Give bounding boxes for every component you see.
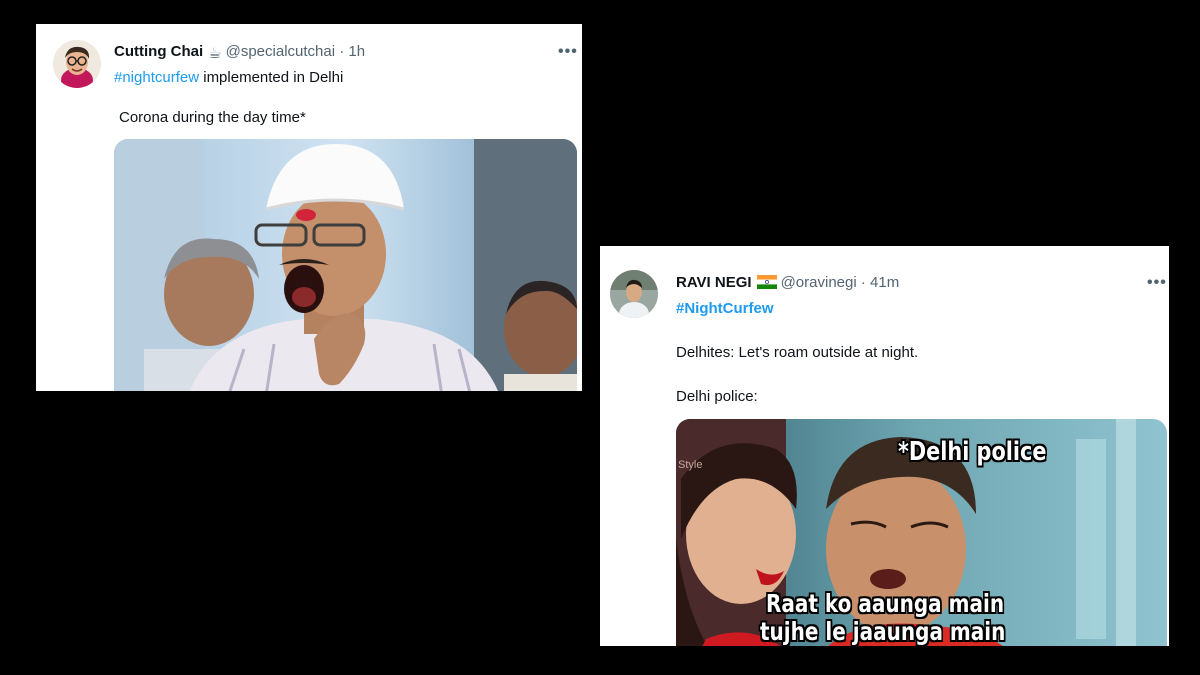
avatar[interactable] [610,270,658,318]
watermark: Style [678,459,703,471]
photo-man-yawning-icon [114,139,577,391]
meme-bottom-caption-2: tujhe le jaaunga main [760,617,1006,646]
avatar-illustration-icon [53,40,101,88]
hashtag-link[interactable]: #nightcurfew [114,69,199,86]
coffee-emoji-icon: ☕ [208,45,222,62]
meme-bottom-caption-1: Raat ko aaunga main [766,589,1005,618]
timestamp[interactable]: 1h [348,43,365,60]
avatar-photo-icon [610,270,658,318]
tweet-text: implemented in Delhi [199,69,344,86]
display-name[interactable]: RAVI NEGI [676,274,752,291]
separator-dot: · [860,274,866,291]
handle[interactable]: @oravinegi [781,274,857,291]
tweet-image[interactable] [114,139,577,391]
tweet-text-line-3: Delhi police: [676,388,758,405]
avatar[interactable] [53,40,101,88]
tweet-text-line-2: Delhites: Let's roam outside at night. [676,344,919,361]
hashtag-link[interactable]: #NightCurfew [676,300,774,317]
display-name[interactable]: Cutting Chai [114,43,203,60]
meme-top-caption: *Delhi police [898,437,1047,467]
tweet-text-line-1: #NightCurfew [676,299,774,319]
tweet-header: RAVI NEGI @oravinegi · 41m [676,273,899,295]
tweet-text-line-1: #nightcurfew implemented in Delhi [114,68,343,88]
separator-dot: · [339,43,345,60]
tweet-text-line-2: Corona during the day time* [119,109,306,126]
tweet-card-ravi-negi[interactable]: RAVI NEGI @oravinegi · 41m ••• #NightCurf… [600,246,1169,646]
india-flag-icon [756,275,777,295]
timestamp[interactable]: 41m [870,274,899,291]
tweet-card-cutting-chai[interactable]: Cutting Chai ☕ @specialcutchai · 1h ••• #n… [36,24,582,391]
more-options-icon[interactable]: ••• [1147,275,1167,291]
more-options-icon[interactable]: ••• [558,44,578,60]
handle[interactable]: @specialcutchai [226,43,335,60]
tweet-header: Cutting Chai ☕ @specialcutchai · 1h [114,42,365,64]
tweet-image[interactable]: Style *Delhi police Raat ko aaunga main … [676,419,1167,646]
